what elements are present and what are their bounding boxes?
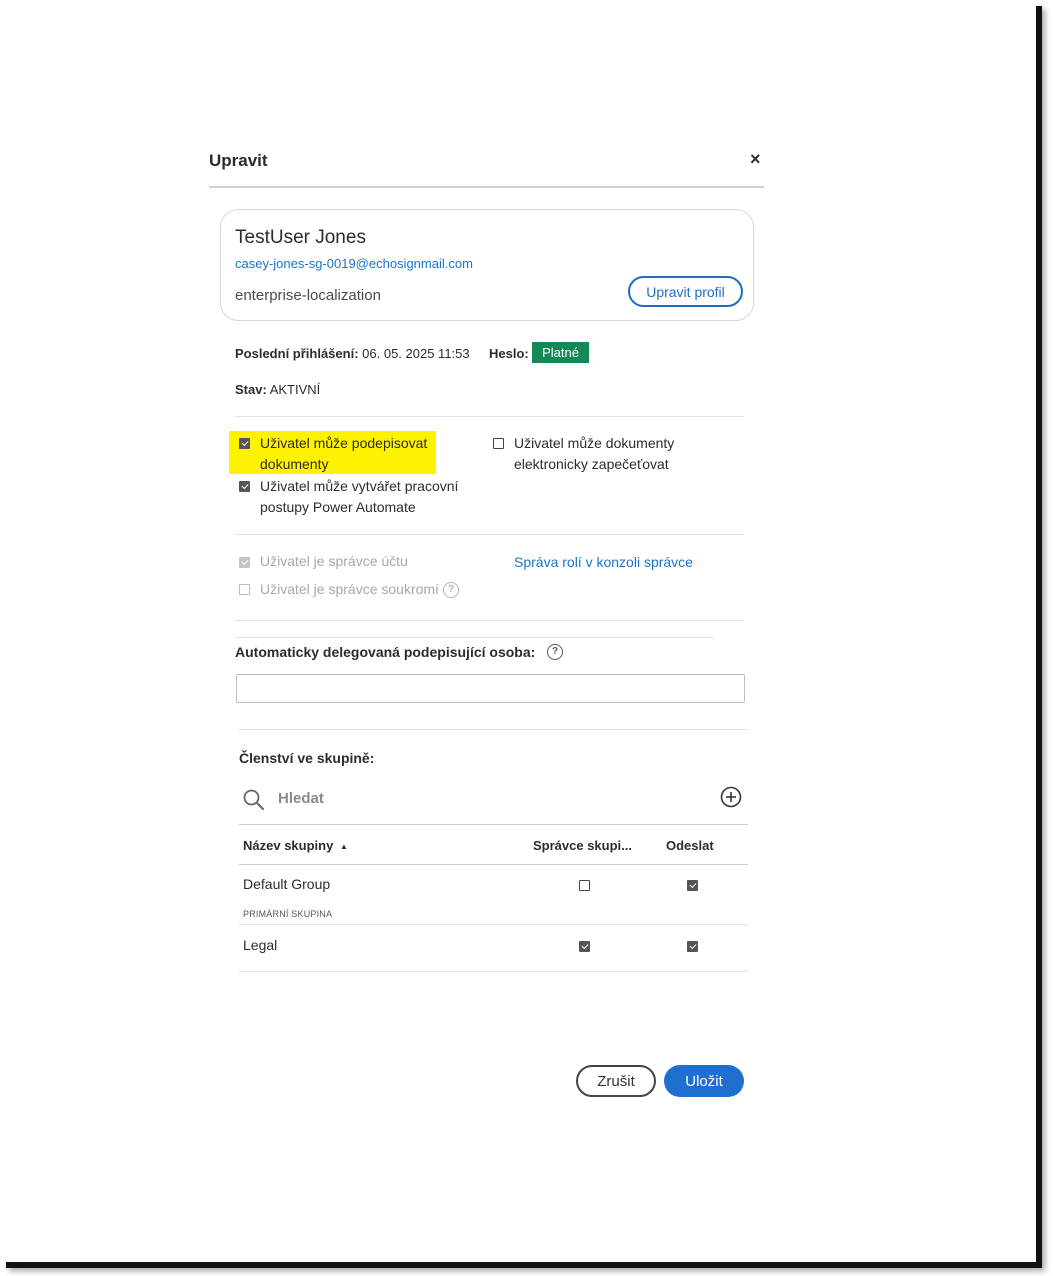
group-search-input[interactable]: Hledat bbox=[278, 790, 324, 807]
divider bbox=[235, 416, 744, 417]
user-name: TestUser Jones bbox=[235, 227, 366, 248]
edit-profile-button[interactable]: Upravit profil bbox=[628, 276, 743, 307]
group-admin-checkbox[interactable] bbox=[579, 941, 590, 952]
title-divider bbox=[209, 186, 764, 188]
password-status-badge: Platné bbox=[532, 342, 589, 363]
group-membership-label: Členství ve skupině: bbox=[239, 750, 375, 766]
state-value: AKTIVNÍ bbox=[269, 382, 321, 397]
privacy-admin-checkbox bbox=[239, 584, 250, 595]
manage-roles-link[interactable]: Správa rolí v konzoli správce bbox=[514, 554, 693, 570]
column-header-send[interactable]: Odeslat bbox=[666, 838, 714, 853]
privacy-admin-label: Uživatel je správce soukromí bbox=[260, 581, 439, 597]
close-icon[interactable]: × bbox=[750, 150, 761, 168]
table-top-border bbox=[239, 824, 748, 825]
last-login-value: 06. 05. 2025 11:53 bbox=[362, 346, 470, 361]
account-admin-label: Uživatel je správce účtu bbox=[260, 553, 408, 569]
account-admin-checkbox bbox=[239, 557, 250, 568]
group-subtitle: PRIMÁRNÍ SKUPINA bbox=[243, 909, 333, 919]
password-label-text: Heslo: bbox=[489, 346, 529, 361]
user-email[interactable]: casey-jones-sg-0019@echosignmail.com bbox=[235, 256, 473, 271]
power-automate-label: Uživatel může vytvářet pracovní postupy … bbox=[260, 478, 459, 515]
last-login: Poslední přihlášení: 06. 05. 2025 11:53 bbox=[235, 346, 470, 361]
sign-documents-label: Uživatel může podepisovat dokumenty bbox=[260, 435, 428, 472]
help-icon[interactable]: ? bbox=[443, 582, 459, 598]
divider bbox=[235, 620, 744, 621]
power-automate-checkbox[interactable] bbox=[239, 481, 250, 492]
divider bbox=[239, 729, 748, 730]
search-icon bbox=[243, 789, 264, 810]
seal-documents-label: Uživatel může dokumenty elektronicky zap… bbox=[514, 435, 675, 472]
group-name: Default Group bbox=[243, 876, 331, 892]
table-header-border bbox=[239, 864, 748, 865]
add-group-icon[interactable] bbox=[720, 786, 742, 808]
save-button[interactable]: Uložit bbox=[664, 1065, 744, 1097]
table-row-border bbox=[239, 924, 748, 925]
last-login-label: Poslední přihlášení: bbox=[235, 346, 359, 361]
table-bottom-border bbox=[239, 971, 748, 972]
state-label: Stav: bbox=[235, 382, 267, 397]
group-send-checkbox[interactable] bbox=[687, 941, 698, 952]
delegate-signer-input[interactable] bbox=[236, 674, 745, 703]
divider bbox=[235, 637, 714, 638]
divider bbox=[235, 534, 744, 535]
dialog-window: Upravit × TestUser Jones casey-jones-sg-… bbox=[0, 0, 1036, 1262]
sort-ascending-icon: ▲ bbox=[339, 842, 348, 852]
seal-documents-checkbox[interactable] bbox=[493, 438, 504, 449]
group-send-checkbox[interactable] bbox=[687, 880, 698, 891]
account-state: Stav: AKTIVNÍ bbox=[235, 382, 320, 397]
sign-documents-checkbox[interactable] bbox=[239, 438, 250, 449]
password-label: Heslo: bbox=[489, 346, 529, 361]
cancel-button[interactable]: Zrušit bbox=[576, 1065, 656, 1097]
dialog-title: Upravit bbox=[209, 151, 268, 170]
column-header-group-name[interactable]: Název skupiny ▲ bbox=[243, 838, 348, 853]
user-organization: enterprise-localization bbox=[235, 287, 381, 304]
group-admin-checkbox[interactable] bbox=[579, 880, 590, 891]
column-header-group-admin[interactable]: Správce skupi... bbox=[533, 838, 632, 853]
help-icon[interactable]: ? bbox=[547, 644, 563, 660]
delegate-signer-label: Automaticky delegovaná podepisující osob… bbox=[235, 644, 536, 660]
group-name: Legal bbox=[243, 937, 278, 953]
